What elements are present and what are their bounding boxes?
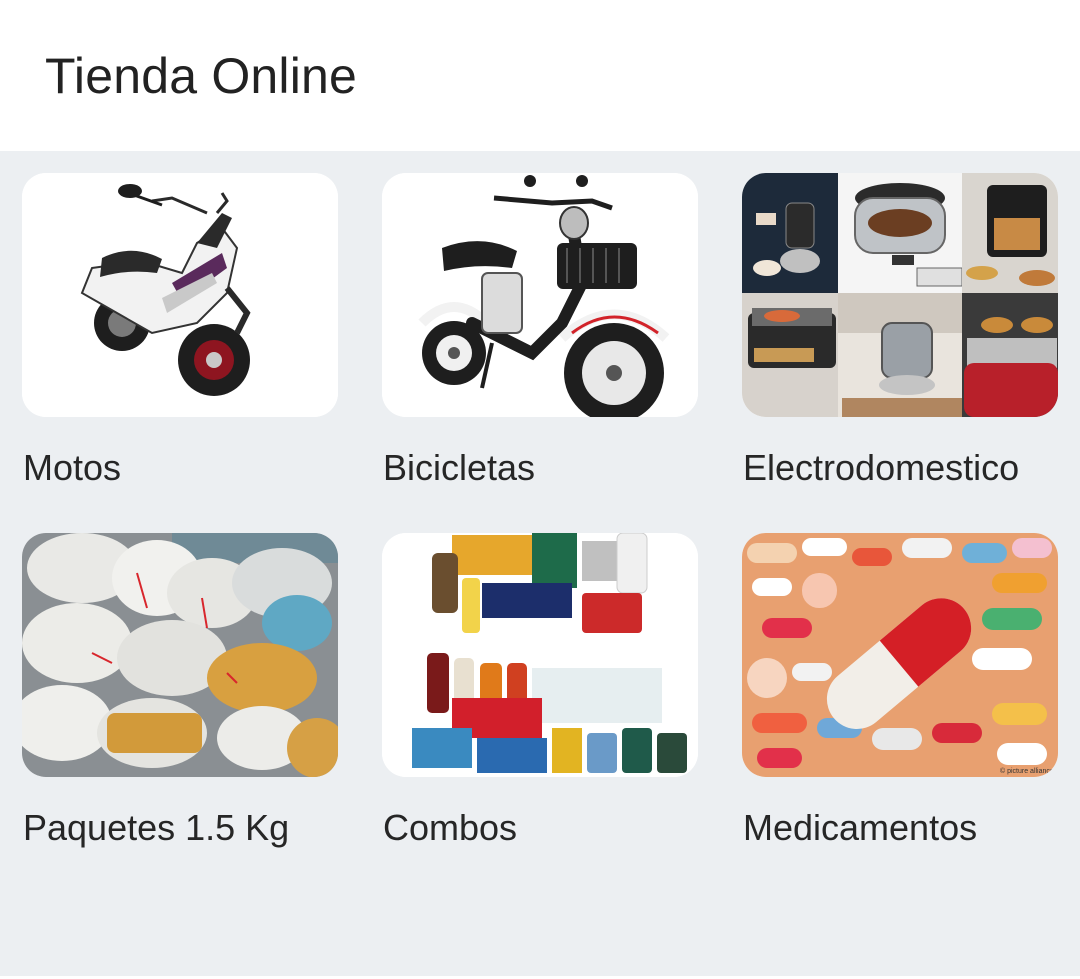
category-card-medicamentos[interactable]: © picture alliance Medicamentos [742,533,1058,853]
appliances-collage-illustration [742,173,1058,417]
electric-bicycle-image[interactable] [382,173,698,417]
category-card-motos[interactable]: Motos [22,173,338,493]
kitchen-appliances-collage-image[interactable] [742,173,1058,417]
category-card-electrodomestico[interactable]: Electrodomestico [742,173,1058,493]
grocery-products-image[interactable] [382,533,698,777]
category-card-combos[interactable]: Combos [382,533,698,853]
category-card-paquetes[interactable]: Paquetes 1.5 Kg [22,533,338,853]
category-label: Medicamentos [743,807,978,848]
bicycle-illustration [382,173,698,417]
category-label: Motos [23,447,122,488]
groceries-illustration [382,533,698,777]
category-label: Combos [383,807,518,848]
app-bar: Tienda Online [0,0,1080,151]
category-label: Electrodomestico [743,447,1020,488]
sacks-of-packages-image[interactable] [22,533,338,777]
scooter-illustration [22,173,338,417]
pills-capsules-image[interactable]: © picture alliance [742,533,1058,777]
sacks-illustration [22,533,338,777]
category-card-bicicletas[interactable]: Bicicletas [382,173,698,493]
svg-text:© picture alliance: © picture alliance [1000,767,1054,775]
category-grid: Motos Bicicletas Electrodomestico Paquet… [0,151,1080,979]
pills-illustration: © picture alliance [742,533,1058,777]
page-title: Tienda Online [45,48,358,104]
category-label: Bicicletas [383,447,536,488]
scooter-image[interactable] [22,173,338,417]
category-label: Paquetes 1.5 Kg [23,807,290,848]
